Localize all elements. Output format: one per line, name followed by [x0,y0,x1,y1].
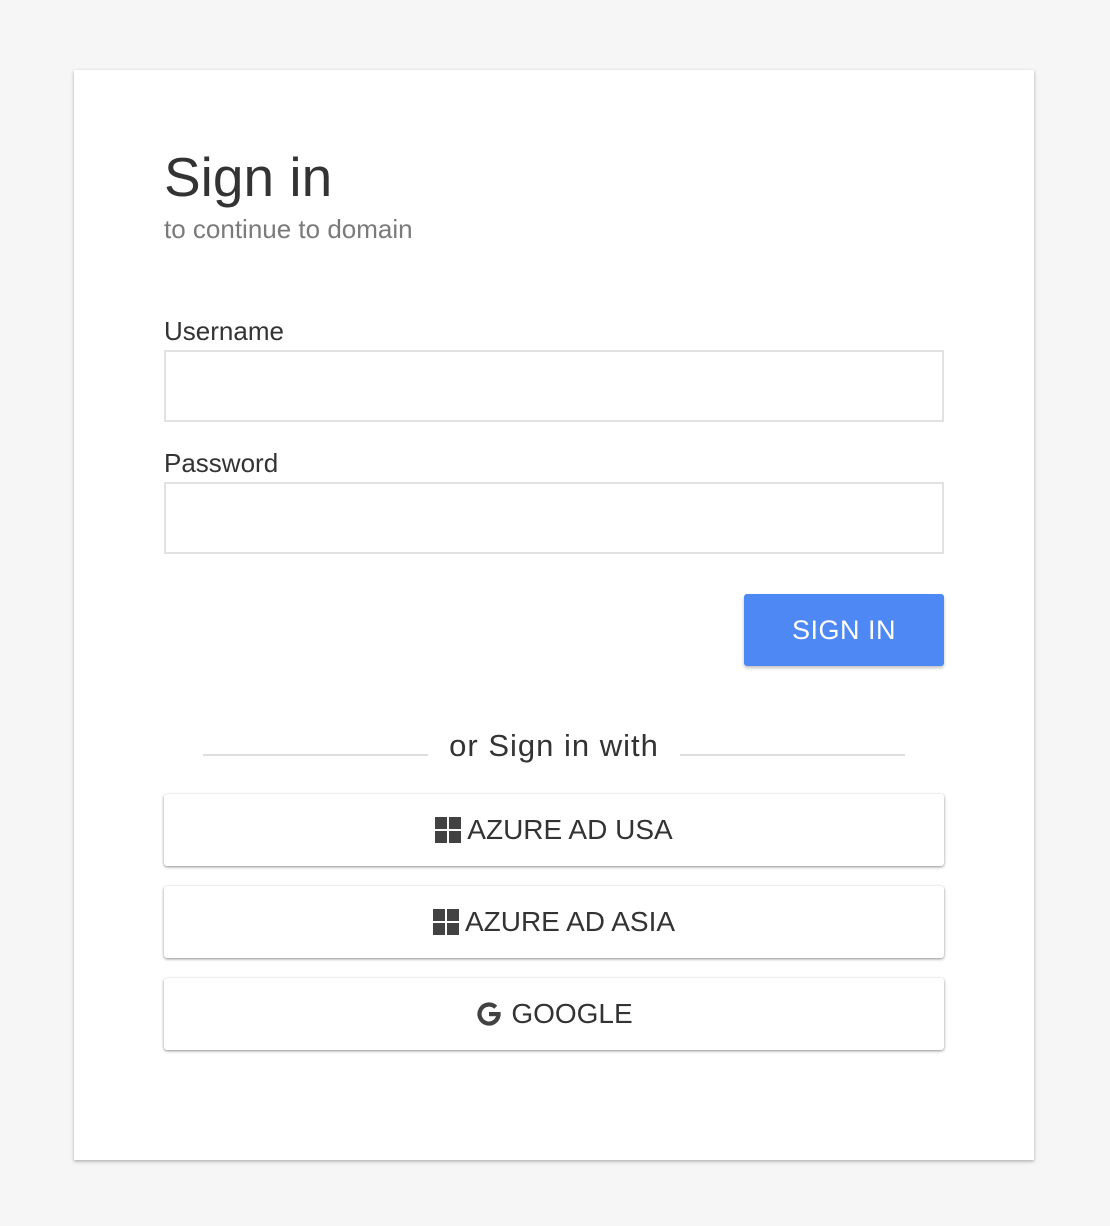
divider-line-right [680,754,905,756]
windows-icon [432,909,459,935]
google-label: GOOGLE [511,998,633,1029]
windows-icon [435,817,462,843]
page-title: Sign in [164,146,333,208]
username-label: Username [164,316,284,346]
azure-ad-asia-label: AZURE AD ASIA [464,906,676,937]
alternate-sign-in-text: or Sign in with [449,728,659,763]
page-subtitle: to continue to domain [164,214,413,244]
password-label: Password [164,448,279,478]
google-button[interactable]: GOOGLE [164,978,944,1050]
google-icon [475,1000,503,1028]
sign-in-card: Sign in to continue to domain Username P… [74,70,1034,1160]
azure-ad-usa-label: AZURE AD USA [467,814,673,845]
username-input[interactable] [164,350,944,422]
password-input[interactable] [164,482,944,554]
azure-ad-usa-button[interactable]: AZURE AD USA [164,794,944,866]
azure-ad-asia-button[interactable]: AZURE AD ASIA [164,886,944,958]
sign-in-button[interactable]: SIGN IN [744,594,944,666]
